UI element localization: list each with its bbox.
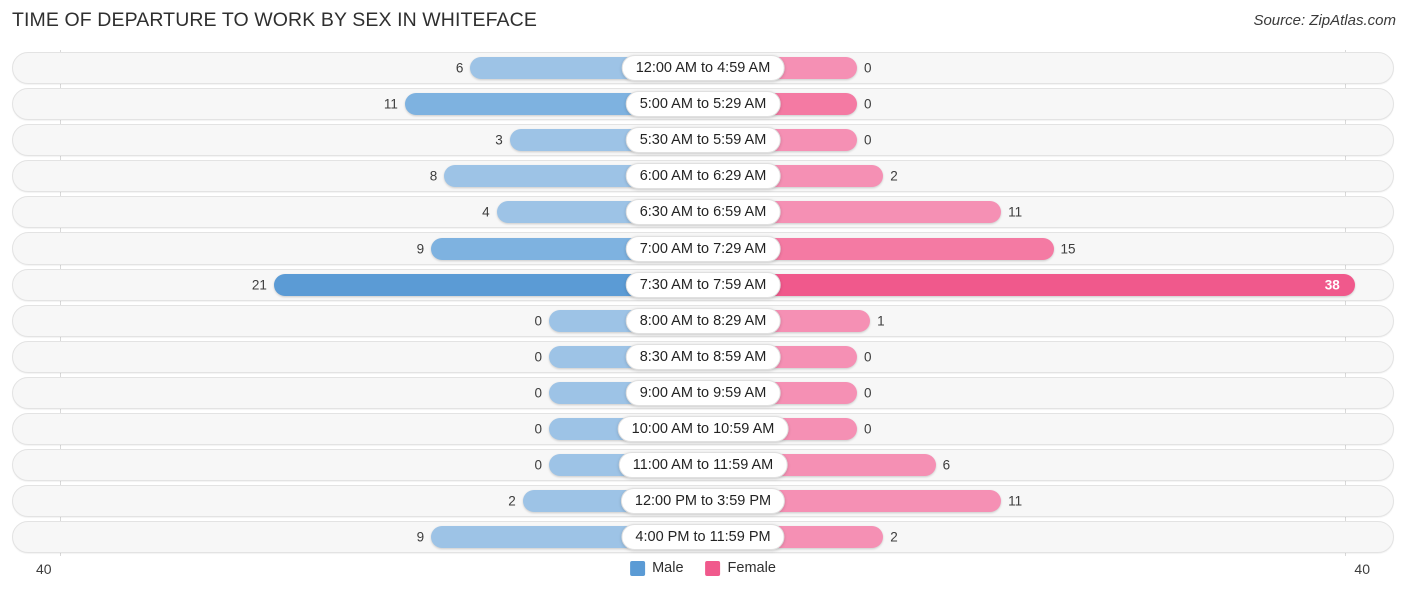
bar-value-male: 0 [534, 313, 542, 329]
bar-value-female: 11 [1008, 204, 1023, 220]
category-label: 6:30 AM to 6:59 AM [625, 199, 781, 226]
axis-tick-left: 40 [36, 561, 52, 577]
bar-value-male: 0 [534, 457, 542, 473]
bar-value-male: 4 [482, 204, 490, 220]
axis-tick-right: 40 [1354, 561, 1370, 577]
bar-value-male: 6 [455, 60, 464, 76]
bar-value-male: 9 [416, 241, 425, 257]
bar-value-male: 9 [416, 529, 425, 545]
legend-label-female: Female [727, 560, 776, 576]
bar-value-female: 2 [890, 529, 898, 545]
chart-header: TIME OF DEPARTURE TO WORK BY SEX IN WHIT… [0, 0, 1406, 42]
chart-plot-area: 6 0 12:00 AM to 4:59 AM 11 0 5:00 AM to 5:29 … [0, 50, 1406, 556]
bar-value-female: 0 [864, 60, 872, 76]
category-label: 11:00 AM to 11:59 AM [618, 452, 788, 479]
table-row[interactable]: 9 2 4:00 PM to 11:59 PM [0, 519, 1406, 555]
table-row[interactable]: 0 0 10:00 AM to 10:59 AM [0, 411, 1406, 447]
legend-swatch-male [630, 560, 646, 576]
bar-female[interactable] [703, 273, 1355, 296]
bar-value-female: 1 [877, 313, 885, 329]
table-row[interactable]: 4 11 6:30 AM to 6:59 AM [0, 194, 1406, 230]
table-row[interactable]: 11 0 5:00 AM to 5:29 AM [0, 86, 1406, 122]
category-label: 8:30 AM to 8:59 AM [625, 343, 781, 370]
table-row[interactable]: 8 2 6:00 AM to 6:29 AM [0, 158, 1406, 194]
category-label: 12:00 PM to 3:59 PM [620, 488, 786, 515]
bar-value-female: 38 [1324, 277, 1340, 293]
table-row[interactable]: 0 1 8:00 AM to 8:29 AM [0, 303, 1406, 339]
bar-value-female: 0 [864, 96, 872, 112]
bar-value-female: 2 [890, 168, 898, 184]
bar-value-male: 3 [495, 132, 503, 148]
bar-value-male: 8 [429, 168, 438, 184]
category-label: 7:30 AM to 7:59 AM [625, 271, 781, 298]
bar-value-female: 6 [942, 457, 951, 473]
bar-value-male: 0 [534, 421, 542, 437]
bar-value-male: 21 [251, 277, 267, 293]
bar-value-male: 0 [534, 349, 542, 365]
table-row[interactable]: 0 0 9:00 AM to 9:59 AM [0, 375, 1406, 411]
legend-item-male[interactable]: Male [630, 560, 684, 576]
category-label: 5:00 AM to 5:29 AM [625, 91, 781, 118]
page-title: TIME OF DEPARTURE TO WORK BY SEX IN WHIT… [12, 9, 537, 31]
table-row[interactable]: 3 0 5:30 AM to 5:59 AM [0, 122, 1406, 158]
category-label: 8:00 AM to 8:29 AM [625, 307, 781, 334]
legend-swatch-female [705, 560, 721, 576]
legend-item-female[interactable]: Female [705, 560, 776, 576]
table-row[interactable]: 21 38 7:30 AM to 7:59 AM [0, 267, 1406, 303]
bar-value-female: 15 [1060, 241, 1076, 257]
category-label: 5:30 AM to 5:59 AM [625, 127, 781, 154]
category-label: 12:00 AM to 4:59 AM [621, 55, 785, 82]
bar-value-male: 11 [383, 96, 398, 112]
table-row[interactable]: 0 0 8:30 AM to 8:59 AM [0, 339, 1406, 375]
bar-value-female: 0 [864, 385, 872, 401]
bar-value-female: 0 [864, 349, 872, 365]
chart-legend: Male Female [630, 560, 776, 576]
legend-label-male: Male [652, 560, 684, 576]
category-label: 10:00 AM to 10:59 AM [617, 415, 789, 442]
bar-value-female: 11 [1008, 493, 1023, 509]
bar-value-female: 0 [864, 421, 872, 437]
category-label: 4:00 PM to 11:59 PM [621, 524, 785, 551]
chart-page: TIME OF DEPARTURE TO WORK BY SEX IN WHIT… [0, 0, 1406, 594]
table-row[interactable]: 9 15 7:00 AM to 7:29 AM [0, 230, 1406, 266]
category-label: 7:00 AM to 7:29 AM [625, 235, 781, 262]
category-label: 9:00 AM to 9:59 AM [625, 379, 781, 406]
table-row[interactable]: 2 11 12:00 PM to 3:59 PM [0, 483, 1406, 519]
bar-value-female: 0 [864, 132, 872, 148]
source-attribution: Source: ZipAtlas.com [1253, 12, 1396, 29]
table-row[interactable]: 6 0 12:00 AM to 4:59 AM [0, 50, 1406, 86]
chart-footer: 40 40 Male Female [0, 556, 1406, 594]
category-label: 6:00 AM to 6:29 AM [625, 163, 781, 190]
bar-value-male: 0 [534, 385, 542, 401]
table-row[interactable]: 0 6 11:00 AM to 11:59 AM [0, 447, 1406, 483]
bar-value-male: 2 [508, 493, 516, 509]
